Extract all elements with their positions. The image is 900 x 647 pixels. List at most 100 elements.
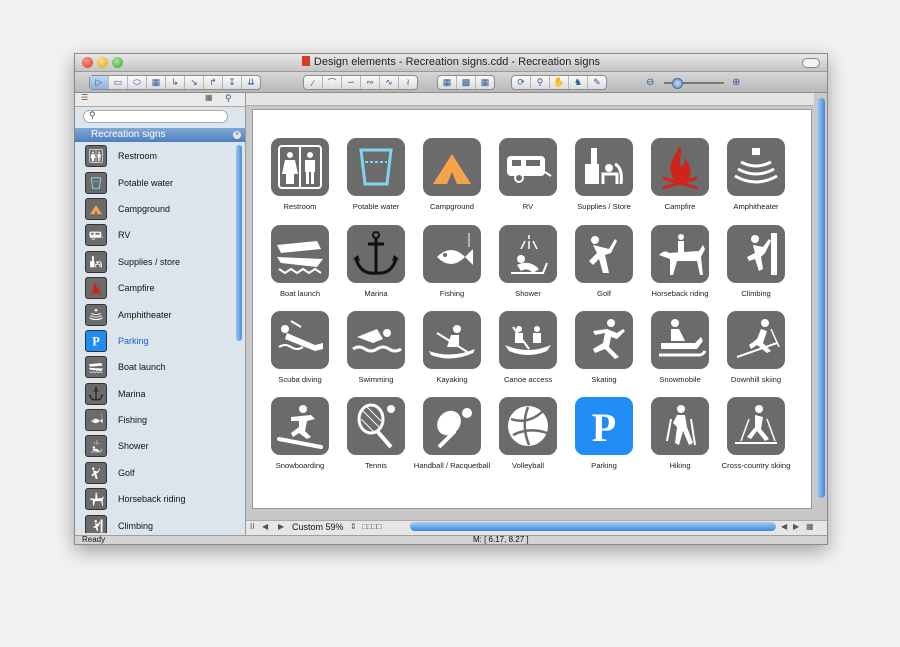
svg-text:P: P <box>92 335 100 349</box>
rectangle-tool-icon[interactable]: ▭ <box>109 76 128 89</box>
zoom-out-icon[interactable]: ⊖ <box>646 77 654 88</box>
sidebar-item-climbing[interactable]: Climbing <box>75 512 235 533</box>
sidebar-item-campfire[interactable]: Campfire <box>75 275 235 301</box>
hand-tool-icon[interactable]: ✋ <box>550 76 569 89</box>
canvas-shape-campfire[interactable]: Campfire <box>651 138 709 211</box>
canvas-shape-snowmobile[interactable]: Snowmobile <box>651 311 709 384</box>
sidebar-item-amphitheater[interactable]: Amphitheater <box>75 301 235 327</box>
library-search-input[interactable]: ⚲ <box>83 110 228 123</box>
scuba-icon <box>271 311 329 369</box>
sidebar-item-parking[interactable]: P Parking <box>75 328 235 354</box>
canvas-shape-canoe[interactable]: Canoe access <box>499 311 557 384</box>
arc-tool-icon[interactable]: ⌒ <box>323 76 342 89</box>
toolbar-group-chain: ▦ ▩ ▦ <box>437 75 495 90</box>
search-mode-icon[interactable]: ⚲ <box>225 93 232 104</box>
scroll-right-icon[interactable]: ▶ <box>793 522 799 531</box>
sidebar-item-golf[interactable]: Golf <box>75 460 235 486</box>
fit-page-icon[interactable]: ▦ <box>806 522 814 531</box>
table-tool-icon[interactable]: ▦ <box>147 76 166 89</box>
sidebar-item-potable-water[interactable]: Potable water <box>75 169 235 195</box>
canvas-shape-amphitheater[interactable]: Amphitheater <box>727 138 785 211</box>
canvas-shape-boat-launch[interactable]: Boat launch <box>271 225 329 298</box>
polyline-tool-icon[interactable]: ∾ <box>361 76 380 89</box>
sidebar-item-marina[interactable]: Marina <box>75 381 235 407</box>
canvas-shape-marina[interactable]: Marina <box>347 225 405 298</box>
canvas-shape-fishing[interactable]: Fishing <box>423 225 481 298</box>
canvas-shape-golf[interactable]: Golf <box>575 225 633 298</box>
bezier-tool-icon[interactable]: ∽ <box>342 76 361 89</box>
library-header[interactable]: Recreation signs × <box>75 128 245 142</box>
page-pause-icon[interactable]: II <box>250 522 254 531</box>
canvas-shape-kayaking[interactable]: Kayaking <box>423 311 481 384</box>
close-library-icon[interactable]: × <box>233 131 241 139</box>
canvas-shape-restroom[interactable]: Restroom <box>271 138 329 211</box>
page-view-icons[interactable]: □□□□ <box>362 522 381 531</box>
canvas-shape-tennis[interactable]: Tennis <box>347 397 405 470</box>
tree-connector-tool-icon[interactable]: ↧ <box>223 76 242 89</box>
grid-view-icon[interactable]: ▦ <box>205 93 213 102</box>
canvas-shape-skating[interactable]: Skating <box>575 311 633 384</box>
sidebar-item-shower[interactable]: Shower <box>75 433 235 459</box>
canvas-shape-climbing[interactable]: Climbing <box>727 225 785 298</box>
canvas-shape-volleyball[interactable]: Volleyball <box>499 397 557 470</box>
drawing-page[interactable]: Restroom Potable water Campground RV Supplie… <box>252 109 812 509</box>
horizontal-scrollbar[interactable] <box>410 522 776 531</box>
zoom-stepper-icon[interactable]: ⇕ <box>350 522 357 531</box>
vertical-scrollbar[interactable] <box>817 98 825 498</box>
canvas-shape-handball[interactable]: Handball / Racquetball <box>414 397 490 470</box>
canvas-shape-supplies[interactable]: Supplies / Store <box>575 138 633 211</box>
spline-tool-icon[interactable]: ≀ <box>399 76 417 89</box>
canvas-shape-rv[interactable]: RV <box>499 138 557 211</box>
zoom-slider[interactable]: ⊖ ⊕ <box>646 77 742 89</box>
boat-launch-icon <box>85 356 107 379</box>
chain-icon[interactable]: ▩ <box>457 76 476 89</box>
ellipse-tool-icon[interactable]: ⬭ <box>128 76 147 89</box>
rotate-icon[interactable]: ⟳ <box>512 76 531 89</box>
swimming-icon <box>347 311 405 369</box>
tree-icon[interactable]: ▦ <box>476 76 494 89</box>
arc-connector-tool-icon[interactable]: ↱ <box>204 76 223 89</box>
sidebar-item-fishing[interactable]: Fishing <box>75 407 235 433</box>
zoom-slider-knob[interactable] <box>672 78 683 89</box>
freehand-tool-icon[interactable]: ∿ <box>380 76 399 89</box>
eyedropper-icon[interactable]: ✎ <box>588 76 606 89</box>
rapid-draw-icon[interactable]: ▦ <box>438 76 457 89</box>
sidebar-item-horseback[interactable]: Horseback riding <box>75 486 235 512</box>
canvas-shape-horseback[interactable]: Horseback riding <box>651 225 709 298</box>
kayaking-icon <box>423 311 481 369</box>
canvas-shape-shower[interactable]: Shower <box>499 225 557 298</box>
line-tool-icon[interactable]: ∕ <box>304 76 323 89</box>
sidebar-item-rv[interactable]: RV <box>75 222 235 248</box>
sidebar-item-supplies[interactable]: Supplies / store <box>75 249 235 275</box>
zoom-select[interactable]: Custom 59% <box>292 522 344 532</box>
marina-icon <box>347 225 405 283</box>
library-menu-icon[interactable]: ☰ <box>81 93 88 102</box>
canvas-shape-scuba[interactable]: Scuba diving <box>271 311 329 384</box>
canvas-shape-campground[interactable]: Campground <box>423 138 481 211</box>
connector-tool-icon[interactable]: ↳ <box>166 76 185 89</box>
sidebar-item-label: Horseback riding <box>118 494 186 505</box>
select-tool-icon[interactable]: ▷ <box>90 76 109 89</box>
canvas-shape-downhill-skiing[interactable]: Downhill skiing <box>727 311 785 384</box>
next-page-icon[interactable]: ▶ <box>278 522 284 531</box>
canvas-shape-snowboarding[interactable]: Snowboarding <box>271 397 329 470</box>
golf-icon <box>85 461 107 484</box>
sidebar-item-campground[interactable]: Campground <box>75 196 235 222</box>
canvas-shape-parking[interactable]: P Parking <box>575 397 633 470</box>
zoom-icon[interactable]: ⚲ <box>531 76 550 89</box>
smart-connector-tool-icon[interactable]: ↘ <box>185 76 204 89</box>
canvas-shape-cross-country-skiing[interactable]: Cross-country skiing <box>722 397 790 470</box>
canvas-shape-swimming[interactable]: Swimming <box>347 311 405 384</box>
zoom-in-icon[interactable]: ⊕ <box>732 77 740 88</box>
scroll-left-icon[interactable]: ◀ <box>781 522 787 531</box>
sidebar-item-restroom[interactable]: Restroom <box>75 143 235 169</box>
canvas-shape-potable-water[interactable]: Potable water <box>347 138 405 211</box>
sidebar-scrollbar[interactable] <box>236 145 242 341</box>
stamp-icon[interactable]: ♞ <box>569 76 588 89</box>
toolbar-toggle-button[interactable] <box>802 58 820 68</box>
canvas-shape-hiking[interactable]: Hiking <box>651 397 709 470</box>
toolbar-group-shapes: ▷ ▭ ⬭ ▦ ↳ ↘ ↱ ↧ ⇊ <box>89 75 261 90</box>
sidebar-item-boat-launch[interactable]: Boat launch <box>75 354 235 380</box>
prev-page-icon[interactable]: ◀ <box>262 522 268 531</box>
chain-tool-icon[interactable]: ⇊ <box>242 76 260 89</box>
